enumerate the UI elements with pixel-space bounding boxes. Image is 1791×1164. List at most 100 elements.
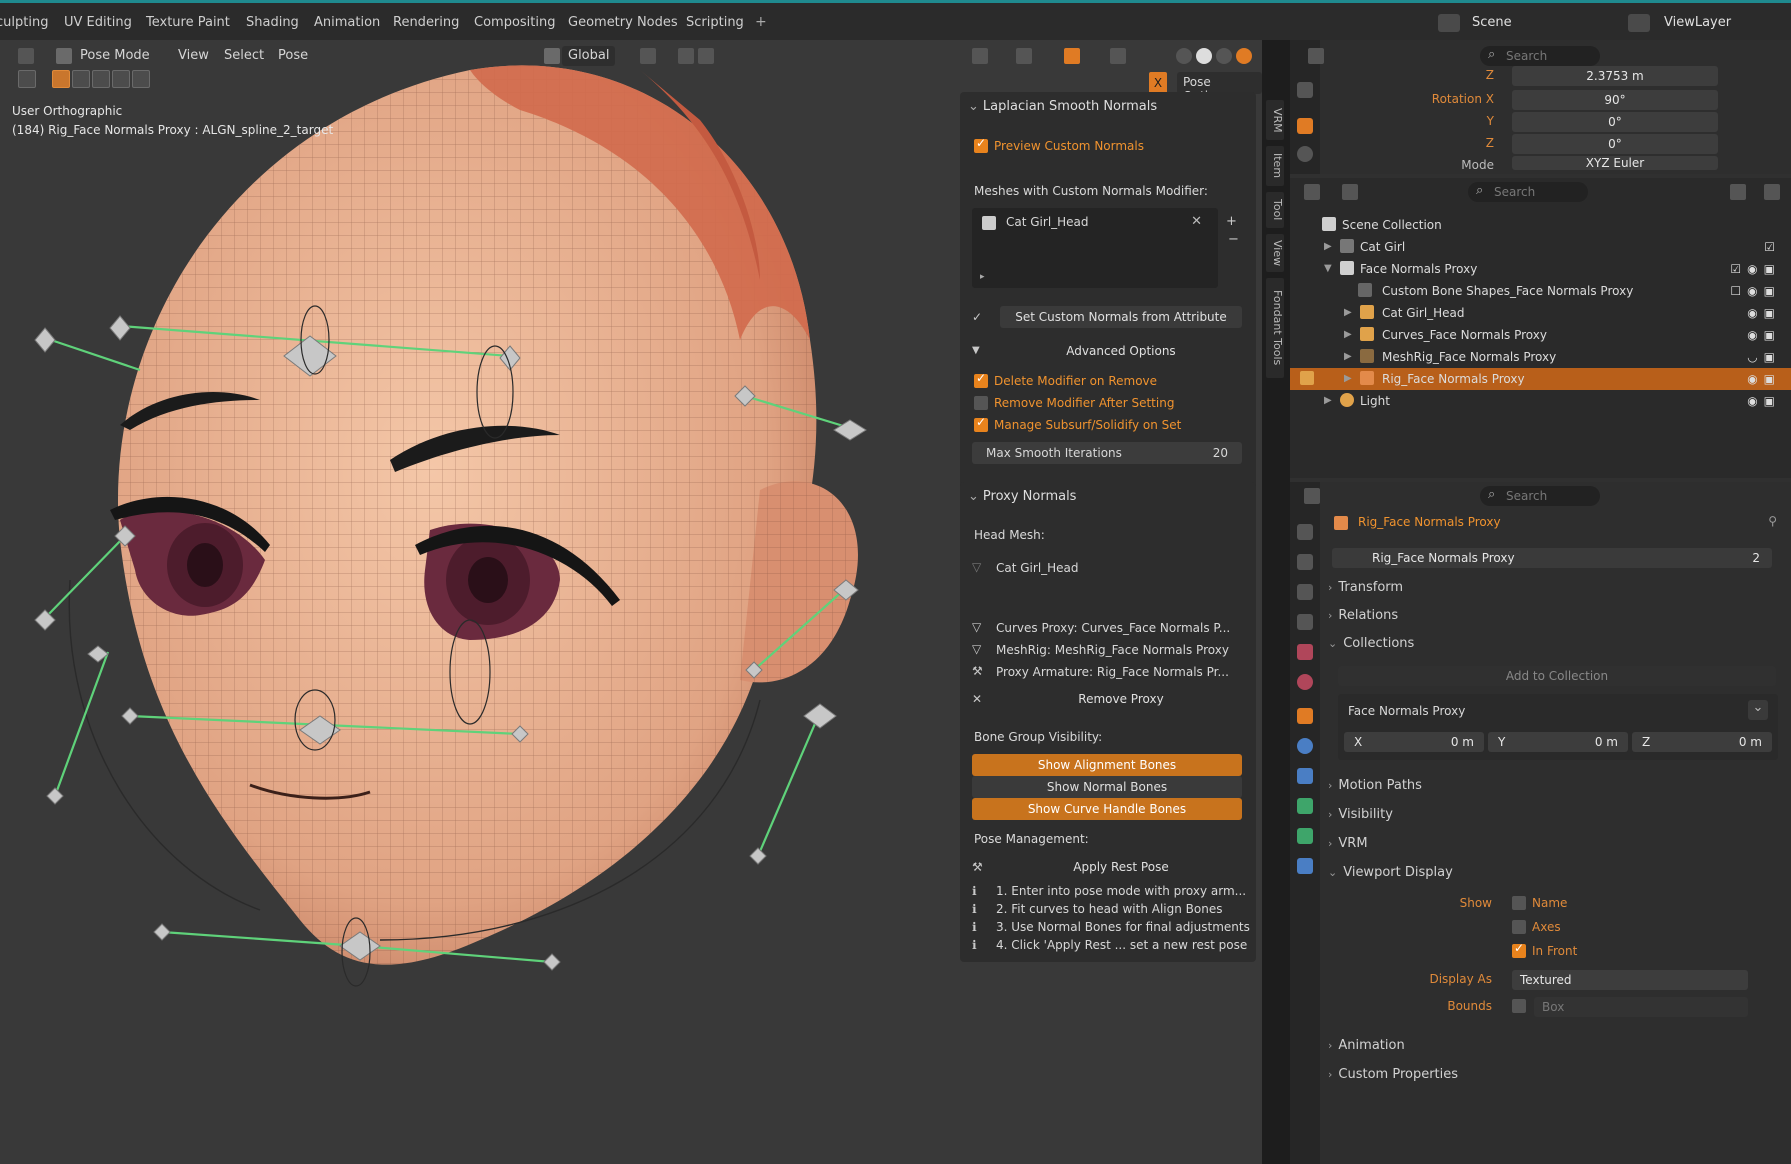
expand-arrow-icon[interactable]: ▶ (1344, 324, 1352, 346)
apply-rest-pose-button[interactable]: Apply Rest Pose (1000, 856, 1242, 878)
expand-arrow-icon[interactable]: ▶ (1344, 368, 1352, 390)
properties-search[interactable]: Search (1480, 45, 1600, 66)
expand-arrow-icon[interactable]: ▶ (1324, 236, 1332, 258)
bounds-dropdown[interactable]: Box (1534, 997, 1748, 1017)
collection-name[interactable]: Face Normals Proxy (1348, 704, 1465, 718)
collection-menu-icon[interactable]: ⌄ (1748, 700, 1768, 720)
tab-fondant-tools[interactable]: Fondant Tools (1266, 278, 1284, 378)
delete-modifier-checkbox[interactable] (974, 371, 988, 388)
bounds-checkbox[interactable] (1512, 999, 1526, 1013)
tool-icon[interactable] (1297, 524, 1313, 540)
section-viewport-display[interactable]: ⌄ Viewport Display (1328, 865, 1453, 880)
new-collection-icon[interactable] (1764, 184, 1780, 200)
object-icon[interactable] (1297, 118, 1313, 134)
section-collections[interactable]: ⌄ Collections (1328, 636, 1414, 651)
tab-item[interactable]: Item (1266, 146, 1284, 186)
snap-target-icon[interactable] (698, 48, 714, 64)
pin-icon[interactable]: ⚲ (1768, 514, 1777, 528)
offset-x-field[interactable]: X0 m (1344, 732, 1484, 752)
section-animation[interactable]: › Animation (1328, 1038, 1405, 1053)
max-iterations-field[interactable]: Max Smooth Iterations 20 (972, 442, 1242, 464)
show-axes-checkbox[interactable] (1512, 920, 1526, 934)
outliner-row-meshrig[interactable]: ▶ MeshRig_Face Normals Proxy ◡▣ (1290, 346, 1791, 368)
object-icon[interactable] (1297, 708, 1313, 724)
select-box-icon[interactable] (18, 70, 36, 88)
rotation-y-field[interactable]: 0° (1512, 112, 1718, 132)
view-layer-icon[interactable] (1628, 14, 1650, 32)
properties-search[interactable]: Search (1480, 485, 1600, 506)
menu-view[interactable]: View (172, 46, 215, 66)
display-mode-icon[interactable] (1342, 184, 1358, 200)
world-icon[interactable] (1297, 674, 1313, 690)
show-in-front-checkbox[interactable] (1512, 941, 1526, 958)
mode-set-icon[interactable] (52, 70, 70, 88)
wireframe-shading-icon[interactable] (1176, 48, 1192, 64)
add-to-collection-button[interactable]: Add to Collection (1338, 666, 1776, 686)
tab-geometry-nodes[interactable]: Geometry Nodes (568, 15, 678, 30)
row-toggles[interactable]: ◡▣ (1747, 346, 1781, 368)
mode-subtract-icon[interactable] (92, 70, 110, 88)
row-toggles[interactable]: ◉▣ (1747, 390, 1781, 412)
filter-icon[interactable] (1730, 184, 1746, 200)
rendered-shading-icon[interactable] (1236, 48, 1252, 64)
add-item-icon[interactable]: + (1226, 214, 1237, 229)
solid-shading-icon[interactable] (1196, 48, 1212, 64)
tab-shading[interactable]: Shading (246, 15, 299, 30)
expand-list-icon[interactable]: ▸ (980, 272, 985, 282)
show-name-checkbox[interactable] (1512, 896, 1526, 910)
outliner-row-rig-face-normals-proxy[interactable]: ▶ Rig_Face Normals Proxy ◉▣ (1290, 368, 1791, 390)
tab-sculpting[interactable]: culpting (0, 15, 48, 30)
mode-extend-icon[interactable] (72, 70, 90, 88)
row-toggles[interactable]: ☐◉▣ (1730, 280, 1781, 302)
row-toggles[interactable]: ◉▣ (1747, 302, 1781, 324)
row-toggles[interactable]: ◉▣ (1747, 368, 1781, 390)
tab-animation[interactable]: Animation (314, 15, 380, 30)
visibility-icon[interactable] (972, 48, 988, 64)
remove-item-icon[interactable]: ✕ (1191, 214, 1202, 229)
editor-type-icon[interactable] (1304, 488, 1320, 504)
pose-options-dropdown[interactable]: Pose Options (1177, 72, 1262, 103)
mode-intersect-icon[interactable] (132, 70, 150, 88)
preview-normals-checkbox[interactable] (974, 136, 988, 153)
section-motion-paths[interactable]: › Motion Paths (1328, 778, 1422, 793)
section-vrm[interactable]: › VRM (1328, 836, 1368, 851)
tab-texture-paint[interactable]: Texture Paint (146, 15, 230, 30)
expand-arrow-icon[interactable]: ▶ (1344, 302, 1352, 324)
pivot-icon[interactable] (640, 48, 656, 64)
object-name-field[interactable]: Rig_Face Normals Proxy 2 (1332, 548, 1772, 568)
outliner-row-light[interactable]: ▶ Light ◉▣ (1290, 390, 1791, 412)
collapse-arrow-icon[interactable]: ▼ (1324, 258, 1332, 280)
advanced-options-toggle[interactable]: Advanced Options (1000, 340, 1242, 362)
render-icon[interactable] (1297, 554, 1313, 570)
rotation-x-field[interactable]: 90° (1512, 90, 1718, 110)
outliner-row-cat-girl[interactable]: ▶ Cat Girl ☑ (1290, 236, 1791, 258)
add-workspace-icon[interactable]: + (755, 14, 767, 30)
show-alignment-bones-button[interactable]: Show Alignment Bones (972, 754, 1242, 776)
remove-after-checkbox[interactable] (974, 396, 988, 410)
menu-pose[interactable]: Pose (272, 46, 314, 66)
transform-orientation-dropdown[interactable]: Global (562, 46, 616, 66)
overlay-icon[interactable] (1064, 48, 1080, 64)
outliner-row-custom-bone-shapes[interactable]: Custom Bone Shapes_Face Normals Proxy ☐◉… (1290, 280, 1791, 302)
gizmo-icon[interactable] (1016, 48, 1032, 64)
xray-icon[interactable] (1110, 48, 1126, 64)
physics-icon[interactable] (1297, 146, 1313, 162)
rotation-z-field[interactable]: 0° (1512, 134, 1718, 154)
bone-constraint-icon[interactable] (1297, 858, 1313, 874)
section-custom-properties[interactable]: › Custom Properties (1328, 1067, 1458, 1082)
tab-uv-editing[interactable]: UV Editing (64, 15, 132, 30)
mirror-x-toggle[interactable]: X (1149, 72, 1167, 94)
outliner-row-curves-proxy[interactable]: ▶ Curves_Face Normals Proxy ◉▣ (1290, 324, 1791, 346)
outliner-root[interactable]: Scene Collection (1290, 214, 1791, 236)
tab-compositing[interactable]: Compositing (474, 15, 556, 30)
expand-arrow-icon[interactable]: ▶ (1324, 390, 1332, 412)
constraints-icon[interactable] (1297, 768, 1313, 784)
display-as-dropdown[interactable]: Textured (1512, 970, 1748, 990)
mode-dropdown[interactable]: Pose Mode (74, 46, 156, 66)
proxy-header[interactable]: ⌄ Proxy Normals (968, 489, 1076, 504)
tab-vrm[interactable]: VRM (1266, 100, 1284, 140)
mode-invert-icon[interactable] (112, 70, 130, 88)
view-layer-selector[interactable]: ViewLayer (1664, 15, 1731, 30)
view-layer-icon[interactable] (1297, 614, 1313, 630)
scene-icon[interactable] (1438, 14, 1460, 32)
